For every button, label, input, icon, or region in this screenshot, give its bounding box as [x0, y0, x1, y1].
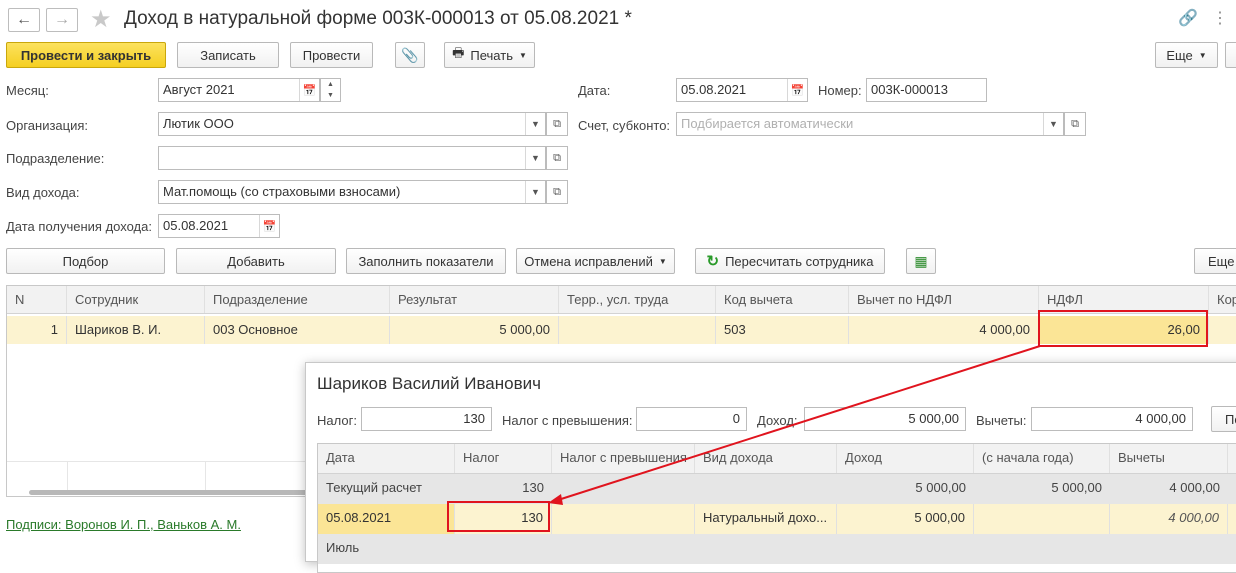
annotation-arrow [548, 345, 1041, 505]
